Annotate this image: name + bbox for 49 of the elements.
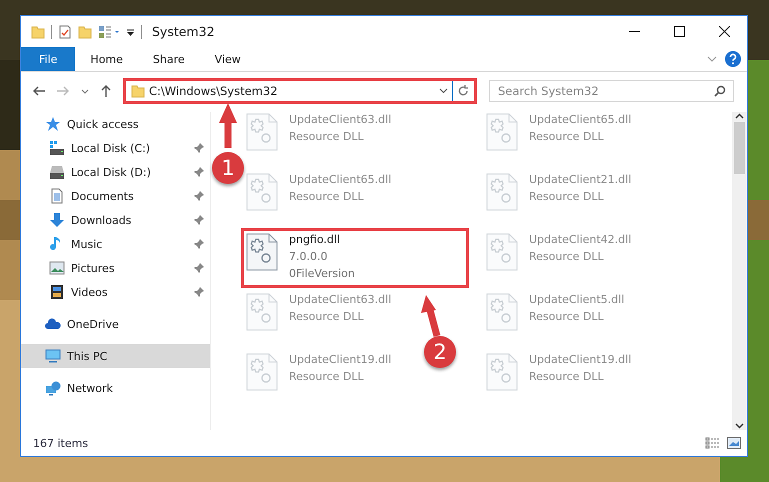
file-name[interactable]: pngfio.dll bbox=[289, 232, 355, 248]
item-count: 167 items bbox=[33, 436, 88, 450]
nav-item[interactable]: This PC bbox=[21, 344, 210, 368]
file-detail: Resource DLL bbox=[529, 129, 605, 145]
file-name[interactable]: UpdateClient63.dll bbox=[289, 112, 392, 128]
file-item[interactable]: UpdateClient65.dll Resource DLL bbox=[245, 172, 473, 222]
file-item[interactable]: UpdateClient65.dll Resource DLL bbox=[485, 112, 713, 162]
search-field[interactable]: Search System32 bbox=[489, 80, 734, 102]
file-detail: 0FileVersion bbox=[289, 266, 355, 282]
file-detail: Resource DLL bbox=[529, 249, 605, 265]
file-detail: 7.0.0.0 bbox=[289, 249, 328, 265]
ribbon-tab[interactable]: Home bbox=[75, 47, 138, 71]
file-name[interactable]: UpdateClient5.dll bbox=[529, 292, 624, 308]
address-bar[interactable]: C:\Windows\System32 bbox=[123, 78, 477, 104]
file-detail: Resource DLL bbox=[289, 369, 365, 385]
address-text: C:\Windows\System32 bbox=[149, 84, 279, 98]
file-detail: Resource DLL bbox=[529, 369, 605, 385]
nav-item[interactable]: Network bbox=[21, 376, 210, 400]
nav-item[interactable]: Music bbox=[21, 232, 210, 256]
ribbon-tab[interactable]: Share bbox=[138, 47, 200, 71]
file-detail: Resource DLL bbox=[289, 129, 365, 145]
file-item[interactable]: UpdateClient5.dll Resource DLL bbox=[485, 292, 713, 342]
file-name[interactable]: UpdateClient42.dll bbox=[529, 232, 632, 248]
window-title: System32 bbox=[152, 24, 215, 39]
file-item[interactable]: UpdateClient63.dll Resource DLL bbox=[245, 112, 473, 162]
file-detail: Resource DLL bbox=[289, 189, 365, 205]
nav-item[interactable]: Quick access bbox=[21, 112, 210, 136]
file-item[interactable]: UpdateClient42.dll Resource DLL bbox=[485, 232, 713, 282]
file-item[interactable]: UpdateClient21.dll Resource DLL bbox=[485, 172, 713, 222]
nav-item[interactable]: Documents bbox=[21, 184, 210, 208]
file-name[interactable]: UpdateClient19.dll bbox=[529, 352, 632, 368]
nav-item[interactable]: Videos bbox=[21, 280, 210, 304]
file-name[interactable]: UpdateClient65.dll bbox=[289, 172, 392, 188]
file-name[interactable]: UpdateClient63.dll bbox=[289, 292, 392, 308]
nav-item[interactable]: OneDrive bbox=[21, 312, 210, 336]
file-detail: Resource DLL bbox=[529, 189, 605, 205]
file-name[interactable]: UpdateClient19.dll bbox=[289, 352, 392, 368]
file-name[interactable]: UpdateClient21.dll bbox=[529, 172, 632, 188]
file-item[interactable]: UpdateClient19.dll Resource DLL bbox=[485, 352, 713, 402]
file-detail: Resource DLL bbox=[289, 309, 365, 325]
nav-item[interactable]: Downloads bbox=[21, 208, 210, 232]
file-name[interactable]: UpdateClient65.dll bbox=[529, 112, 632, 128]
file-item[interactable]: pngfio.dll 7.0.0.0 0FileVersion bbox=[241, 228, 469, 288]
file-menu-tab[interactable]: File bbox=[21, 47, 76, 71]
file-detail: Resource DLL bbox=[529, 309, 605, 325]
nav-item[interactable]: Local Disk (D:) bbox=[21, 160, 210, 184]
ribbon-tab[interactable]: View bbox=[200, 47, 256, 71]
nav-item[interactable]: Pictures bbox=[21, 256, 210, 280]
nav-item[interactable]: Local Disk (C:) bbox=[21, 136, 210, 160]
